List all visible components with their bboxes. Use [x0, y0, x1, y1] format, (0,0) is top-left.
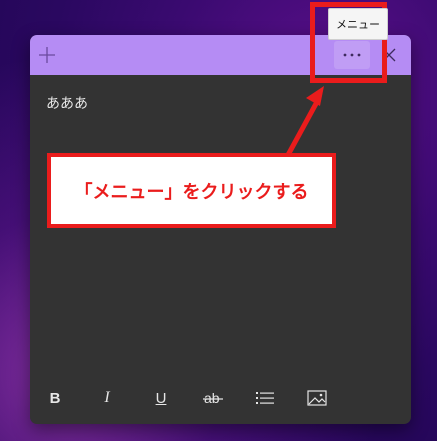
instruction-callout: 「メニュー」をクリックする — [47, 153, 336, 228]
